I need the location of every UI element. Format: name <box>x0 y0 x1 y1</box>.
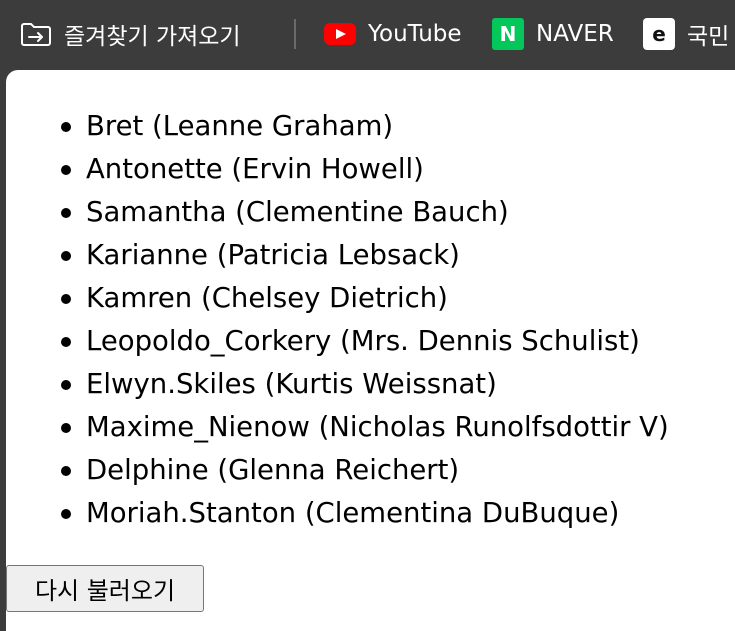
list-item: Bret (Leanne Graham) <box>61 105 669 148</box>
page-content: Bret (Leanne Graham) Antonette (Ervin Ho… <box>6 70 735 631</box>
list-item: Kamren (Chelsey Dietrich) <box>61 277 669 320</box>
bookmark-kookmin[interactable]: e 국민 <box>643 14 729 54</box>
list-item: Delphine (Glenna Reichert) <box>61 449 669 492</box>
bookmark-naver[interactable]: N NAVER <box>492 14 614 54</box>
bookmark-youtube[interactable]: YouTube <box>324 14 462 54</box>
user-list: Bret (Leanne Graham) Antonette (Ervin Ho… <box>61 105 669 535</box>
bookmark-label: 국민 <box>687 24 730 50</box>
reload-button[interactable]: 다시 불러오기 <box>6 565 204 612</box>
youtube-icon <box>324 23 356 45</box>
bookmark-import-favorites[interactable]: 즐겨찾기 가져오기 <box>20 14 241 54</box>
list-item: Karianne (Patricia Lebsack) <box>61 234 669 277</box>
list-item: Samantha (Clementine Bauch) <box>61 191 669 234</box>
bookmark-label: 즐겨찾기 가져오기 <box>64 24 241 50</box>
bookmark-separator <box>294 19 296 49</box>
bookmark-label: NAVER <box>536 21 614 47</box>
list-item: Antonette (Ervin Howell) <box>61 148 669 191</box>
list-item: Maxime_Nienow (Nicholas Runolfsdottir V) <box>61 406 669 449</box>
naver-icon: N <box>492 18 524 50</box>
bookmarks-bar: 즐겨찾기 가져오기 YouTube N NAVER e 국민 <box>0 0 735 70</box>
list-item: Elwyn.Skiles (Kurtis Weissnat) <box>61 363 669 406</box>
import-favorites-icon <box>20 20 52 48</box>
list-item: Leopoldo_Corkery (Mrs. Dennis Schulist) <box>61 320 669 363</box>
kookmin-ecampus-icon: e <box>643 18 675 50</box>
list-item: Moriah.Stanton (Clementina DuBuque) <box>61 492 669 535</box>
bookmark-label: YouTube <box>368 21 462 47</box>
